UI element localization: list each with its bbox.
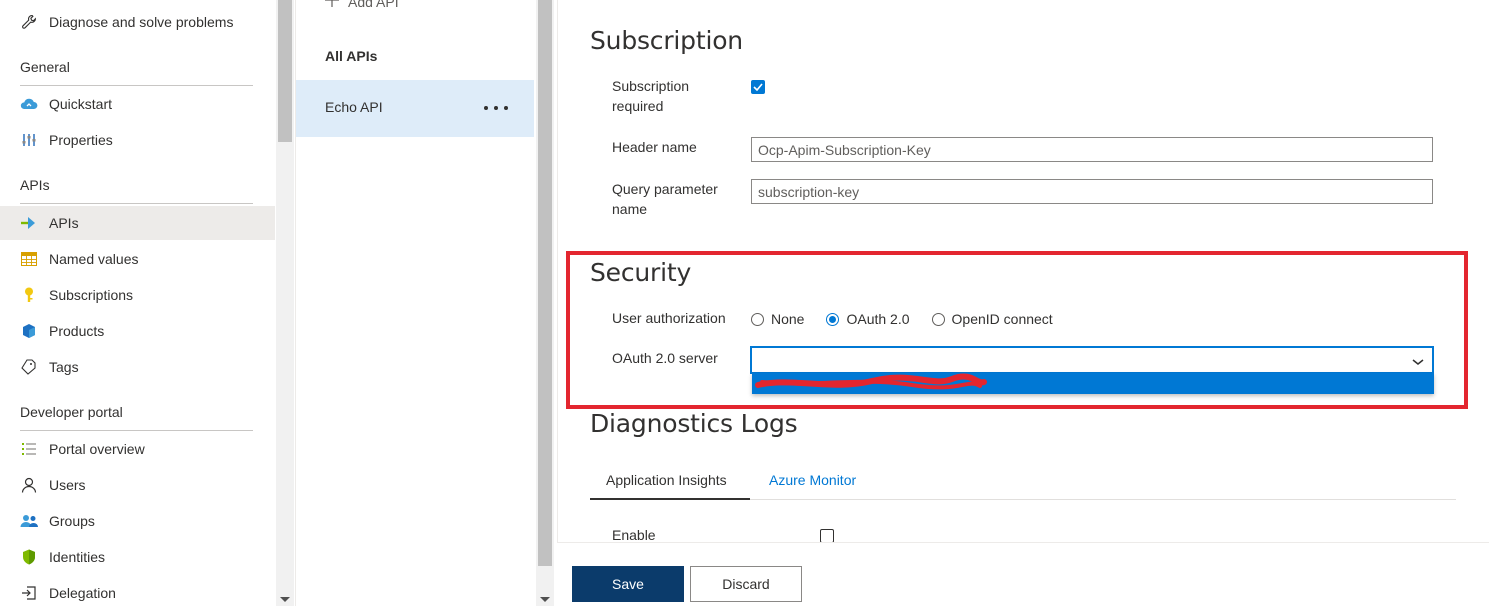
scrollbar-thumb[interactable] bbox=[278, 0, 292, 142]
nav-label: Products bbox=[49, 323, 105, 339]
enable-checkbox[interactable] bbox=[820, 529, 834, 543]
query-parameter-name-label: Query parameter name bbox=[612, 181, 718, 217]
cube-icon bbox=[20, 322, 38, 340]
scroll-down-arrow-icon[interactable] bbox=[540, 597, 550, 602]
nav-label: APIs bbox=[49, 215, 79, 231]
nav-label: Tags bbox=[49, 359, 79, 375]
nav-item-tags[interactable]: Tags bbox=[0, 350, 275, 384]
security-highlight-box bbox=[566, 251, 1468, 409]
discard-button[interactable]: Discard bbox=[690, 566, 802, 602]
active-tab-indicator bbox=[590, 498, 750, 500]
checkmark-icon bbox=[753, 83, 763, 91]
nav-label: Groups bbox=[49, 513, 95, 529]
subscription-required-checkbox[interactable] bbox=[751, 80, 765, 94]
sliders-icon bbox=[20, 131, 38, 149]
nav-item-portal-overview[interactable]: Portal overview bbox=[0, 432, 275, 466]
nav-label: Portal overview bbox=[49, 441, 145, 457]
nav-section-apis: APIs bbox=[20, 177, 50, 193]
nav-label: Properties bbox=[49, 132, 113, 148]
add-api-button[interactable]: Add API bbox=[324, 0, 399, 11]
api-arrow-icon bbox=[20, 214, 38, 232]
more-options-icon[interactable] bbox=[484, 100, 508, 116]
nav-divider bbox=[20, 203, 253, 204]
nav-item-quickstart[interactable]: Quickstart bbox=[0, 87, 275, 121]
add-api-label: Add API bbox=[348, 0, 399, 10]
nav-label: Delegation bbox=[49, 585, 116, 601]
plus-icon bbox=[324, 0, 340, 11]
nav-item-products[interactable]: Products bbox=[0, 314, 275, 348]
api-list-scrollbar[interactable] bbox=[536, 0, 554, 606]
api-list-item-echo[interactable]: Echo API bbox=[296, 80, 534, 137]
nav-item-users[interactable]: Users bbox=[0, 468, 275, 502]
nav-item-diagnose[interactable]: Diagnose and solve problems bbox=[0, 5, 275, 39]
shield-icon bbox=[20, 548, 38, 566]
left-menu-scrollbar[interactable] bbox=[276, 0, 294, 606]
delegation-icon bbox=[20, 584, 38, 602]
diagnostics-logs-heading: Diagnostics Logs bbox=[590, 409, 798, 438]
api-name: Echo API bbox=[325, 99, 383, 115]
header-name-label: Header name bbox=[612, 139, 697, 155]
nav-label: Users bbox=[49, 477, 86, 493]
api-list-panel: Add API All APIs Echo API bbox=[295, 0, 535, 606]
cloud-icon bbox=[20, 95, 38, 113]
nav-divider bbox=[20, 430, 253, 431]
nav-label: Named values bbox=[49, 251, 139, 267]
tag-icon bbox=[20, 358, 38, 376]
scrollbar-thumb[interactable] bbox=[538, 0, 552, 566]
nav-section-developer-portal: Developer portal bbox=[20, 404, 123, 420]
subscription-heading: Subscription bbox=[590, 26, 743, 55]
nav-item-subscriptions[interactable]: Subscriptions bbox=[0, 278, 275, 312]
tab-azure-monitor[interactable]: Azure Monitor bbox=[769, 472, 856, 488]
nav-item-identities[interactable]: Identities bbox=[0, 540, 275, 574]
action-footer: Save Discard bbox=[557, 542, 1489, 606]
nav-label: Subscriptions bbox=[49, 287, 134, 303]
nav-item-properties[interactable]: Properties bbox=[0, 123, 275, 157]
all-apis-item[interactable]: All APIs bbox=[325, 48, 377, 64]
user-icon bbox=[20, 476, 38, 494]
resource-menu: Diagnose and solve problems General Quic… bbox=[0, 0, 275, 606]
subscription-required-label: Subscription required bbox=[612, 78, 690, 114]
key-icon bbox=[20, 286, 38, 304]
nav-item-named-values[interactable]: Named values bbox=[0, 242, 275, 276]
group-icon bbox=[20, 512, 38, 530]
nav-divider bbox=[20, 85, 253, 86]
nav-label: Identities bbox=[49, 549, 106, 565]
tab-application-insights[interactable]: Application Insights bbox=[606, 472, 727, 488]
nav-section-general: General bbox=[20, 59, 70, 75]
list-icon bbox=[20, 440, 38, 458]
nav-item-delegation[interactable]: Delegation bbox=[0, 576, 275, 606]
nav-item-groups[interactable]: Groups bbox=[0, 504, 275, 538]
table-icon bbox=[20, 250, 38, 268]
nav-label: Diagnose and solve problems bbox=[49, 14, 234, 30]
save-button[interactable]: Save bbox=[572, 566, 684, 602]
header-name-input[interactable] bbox=[751, 137, 1433, 162]
nav-item-apis[interactable]: APIs bbox=[0, 206, 275, 240]
nav-label: Quickstart bbox=[49, 96, 113, 112]
query-parameter-name-input[interactable] bbox=[751, 179, 1433, 204]
scroll-down-arrow-icon[interactable] bbox=[280, 597, 290, 602]
wrench-icon bbox=[20, 13, 38, 31]
